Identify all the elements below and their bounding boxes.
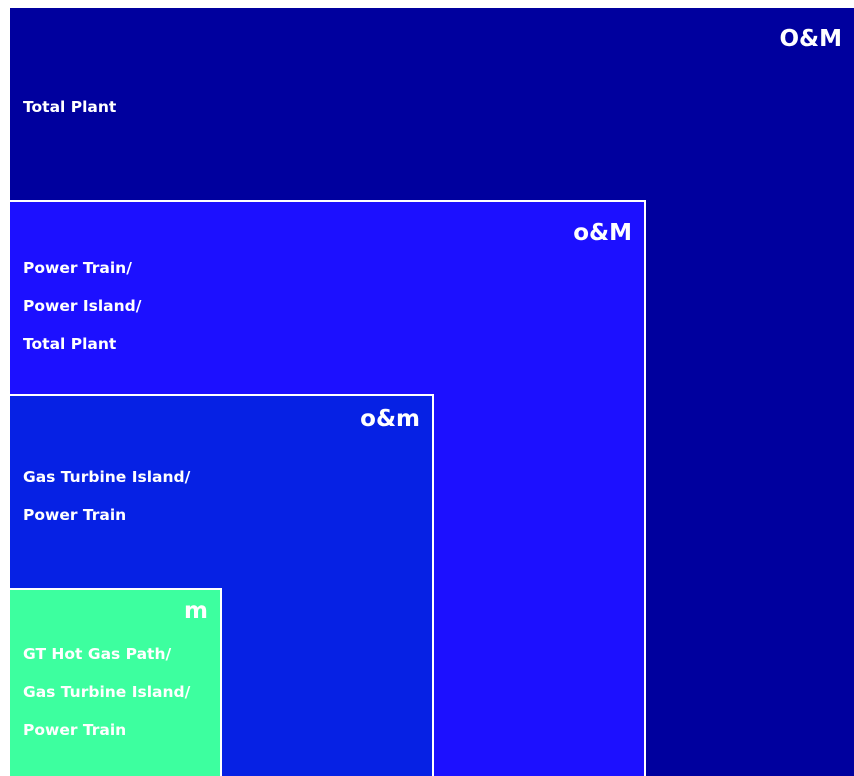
gt-hot-gas-path-box: m GT Hot Gas Path/ Gas Turbine Island/ P… [10,588,222,776]
total-plant-description: Total Plant [23,88,116,126]
power-train-line-3: Total Plant [23,335,117,353]
gas-turbine-island-line-1: Gas Turbine Island/ [23,468,191,486]
gt-hot-gas-path-tag: m [184,598,208,624]
power-train-description: Power Train/ Power Island/ Total Plant [23,249,141,363]
gas-turbine-island-line-2: Power Train [23,506,127,524]
gas-turbine-island-description: Gas Turbine Island/ Power Train [23,458,190,534]
power-train-line-2: Power Island/ [23,297,142,315]
power-train-tag: o&M [573,220,632,246]
gas-turbine-island-tag: o&m [360,406,420,432]
total-plant-line-1: Total Plant [23,98,117,116]
gt-hot-gas-path-line-2: Gas Turbine Island/ [23,683,191,701]
power-train-line-1: Power Train/ [23,259,132,277]
gt-hot-gas-path-line-3: Power Train [23,721,127,739]
total-plant-tag: O&M [779,26,843,52]
gt-hot-gas-path-line-1: GT Hot Gas Path/ [23,645,172,663]
gt-hot-gas-path-description: GT Hot Gas Path/ Gas Turbine Island/ Pow… [23,635,190,749]
